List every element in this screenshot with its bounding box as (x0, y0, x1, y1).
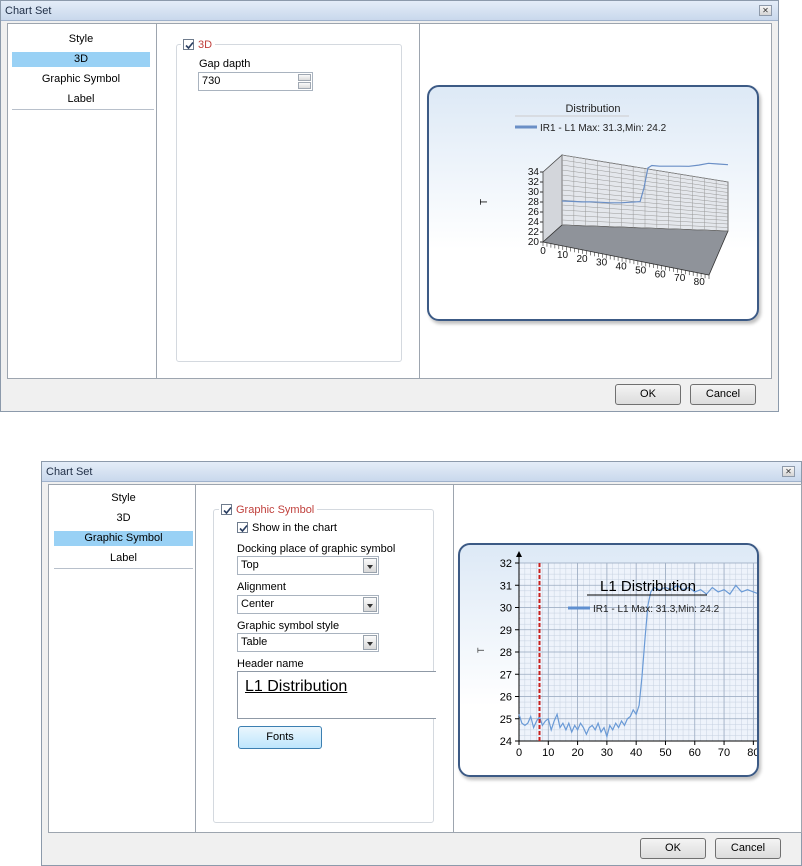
x-tick-label: 80 (694, 277, 706, 288)
y-tick-label: 20 (528, 237, 540, 248)
x-tick-label: 60 (655, 269, 667, 280)
docking-value: Top (241, 559, 259, 571)
3d-chart: Distribution IR1 - L1 Max: 31.3,Min: 24.2… (479, 103, 729, 288)
x-tick-label: 0 (540, 246, 546, 257)
settings-panel: 3D Gap dapth 730 (157, 24, 420, 378)
y-axis-label: T (476, 647, 486, 653)
3d-group-title: 3D (198, 39, 213, 51)
y-axis-arrow-icon (516, 551, 522, 557)
nav-item-graphic-symbol[interactable]: Graphic Symbol (12, 72, 150, 87)
x-tick-label: 20 (571, 747, 583, 759)
nav-item-graphic-symbol[interactable]: Graphic Symbol (54, 531, 193, 546)
spin-up-icon[interactable] (298, 74, 311, 81)
graphic-symbol-group-legend[interactable]: Graphic Symbol (219, 504, 318, 517)
nav-divider (54, 568, 193, 569)
show-in-chart-label: Show in the chart (252, 522, 337, 534)
cancel-button[interactable]: Cancel (715, 838, 781, 859)
dialog-title: Chart Set (5, 5, 52, 17)
nav-item-3d[interactable]: 3D (54, 511, 193, 526)
y-tick-label: 27 (500, 669, 512, 681)
nav-item-3d[interactable]: 3D (12, 52, 150, 67)
docking-select[interactable]: Top (237, 556, 379, 575)
alignment-value: Center (241, 598, 275, 610)
dialog-title-bar: Chart Set ✕ (42, 462, 801, 482)
cancel-button[interactable]: Cancel (690, 384, 756, 405)
chart-preview-3d: Distribution IR1 - L1 Max: 31.3,Min: 24.2… (427, 85, 759, 321)
chart-set-dialog-graphic-symbol: Chart Set ✕ Style 3D Graphic Symbol Labe… (41, 461, 802, 866)
x-tick-label: 50 (635, 265, 647, 276)
spin-down-icon[interactable] (298, 82, 311, 89)
chart-set-dialog-3d: Chart Set ✕ Style 3D Graphic Symbol Labe… (0, 0, 779, 412)
y-tick-label: 32 (500, 558, 512, 570)
gap-depth-label: Gap dapth (199, 58, 251, 70)
y-tick-label: 28 (500, 647, 512, 659)
x-tick-label: 0 (516, 747, 522, 759)
alignment-select[interactable]: Center (237, 595, 379, 614)
x-tick-label: 70 (674, 273, 686, 284)
symbol-style-value: Table (241, 636, 268, 648)
3d-group (176, 44, 402, 362)
dialog-client-area: Style 3D Graphic Symbol Label Graphic Sy… (48, 484, 802, 833)
y-tick-label: 26 (500, 692, 512, 704)
chart-preview-2d: 32 31 30 29 28 27 26 25 24 0 10 20 30 40 50 60 70 80 T L1 D… (458, 543, 759, 777)
legend-text: IR1 - L1 Max: 31.3,Min: 24.2 (540, 123, 667, 134)
gap-depth-spinner[interactable]: 730 (198, 72, 313, 91)
header-name-input[interactable]: L1 Distribution (237, 671, 436, 719)
3d-group-legend[interactable]: 3D (181, 39, 216, 52)
gap-depth-value: 730 (202, 75, 221, 87)
close-icon[interactable]: ✕ (782, 466, 795, 477)
chevron-down-icon[interactable] (363, 635, 377, 650)
symbol-style-select[interactable]: Table (237, 633, 379, 652)
y-tick-label: 30 (500, 603, 512, 615)
settings-nav: Style 3D Graphic Symbol Label (49, 485, 196, 832)
header-name-label: Header name (237, 658, 304, 670)
3d-checkbox[interactable] (183, 39, 194, 50)
nav-divider (12, 109, 154, 110)
x-tick-label: 60 (689, 747, 701, 759)
nav-item-label[interactable]: Label (54, 551, 193, 566)
settings-panel: Graphic Symbol Show in the chart Docking… (196, 485, 454, 832)
dialog-client-area: Style 3D Graphic Symbol Label 3D Gap dap… (7, 23, 772, 379)
dialog-title-bar: Chart Set ✕ (1, 1, 778, 21)
nav-item-style[interactable]: Style (54, 491, 193, 506)
y-axis-label: T (479, 199, 490, 205)
x-tick-label: 10 (542, 747, 554, 759)
y-tick-label: 29 (500, 625, 512, 637)
x-tick-label: 70 (718, 747, 730, 759)
x-tick-label: 40 (630, 747, 642, 759)
graphic-symbol-checkbox[interactable] (221, 504, 232, 515)
settings-nav: Style 3D Graphic Symbol Label (8, 24, 157, 378)
2d-chart: 32 31 30 29 28 27 26 25 24 0 10 20 30 40 50 60 70 80 T L1 D… (476, 551, 757, 759)
x-tick-label: 30 (601, 747, 613, 759)
nav-item-style[interactable]: Style (12, 32, 150, 47)
fonts-button[interactable]: Fonts (238, 726, 322, 749)
chart-title: L1 Distribution (600, 578, 696, 595)
x-tick-label: 40 (616, 262, 628, 273)
y-tick-label: 25 (500, 714, 512, 726)
y-tick-label: 31 (500, 580, 512, 592)
docking-label: Docking place of graphic symbol (237, 543, 396, 555)
header-name-value: L1 Distribution (245, 678, 348, 695)
x-tick-label: 30 (596, 258, 608, 269)
x-tick-label: 80 (747, 747, 757, 759)
x-tick-label: 10 (557, 250, 569, 261)
ok-button[interactable]: OK (640, 838, 706, 859)
x-tick-label: 20 (576, 254, 588, 265)
symbol-style-label: Graphic symbol style (237, 620, 340, 632)
chevron-down-icon[interactable] (363, 597, 377, 612)
x-tick-label: 50 (659, 747, 671, 759)
graphic-symbol-group-title: Graphic Symbol (236, 504, 315, 516)
close-icon[interactable]: ✕ (759, 5, 772, 16)
alignment-label: Alignment (237, 581, 286, 593)
dialog-title: Chart Set (46, 466, 93, 478)
show-in-chart-checkbox[interactable] (237, 522, 248, 533)
chart-title: Distribution (565, 103, 620, 115)
y-tick-label: 24 (500, 736, 512, 748)
ok-button[interactable]: OK (615, 384, 681, 405)
nav-item-label[interactable]: Label (12, 92, 150, 107)
show-in-chart-option[interactable]: Show in the chart (237, 522, 337, 535)
chevron-down-icon[interactable] (363, 558, 377, 573)
legend-text: IR1 - L1 Max: 31.3,Min: 24.2 (593, 604, 720, 615)
